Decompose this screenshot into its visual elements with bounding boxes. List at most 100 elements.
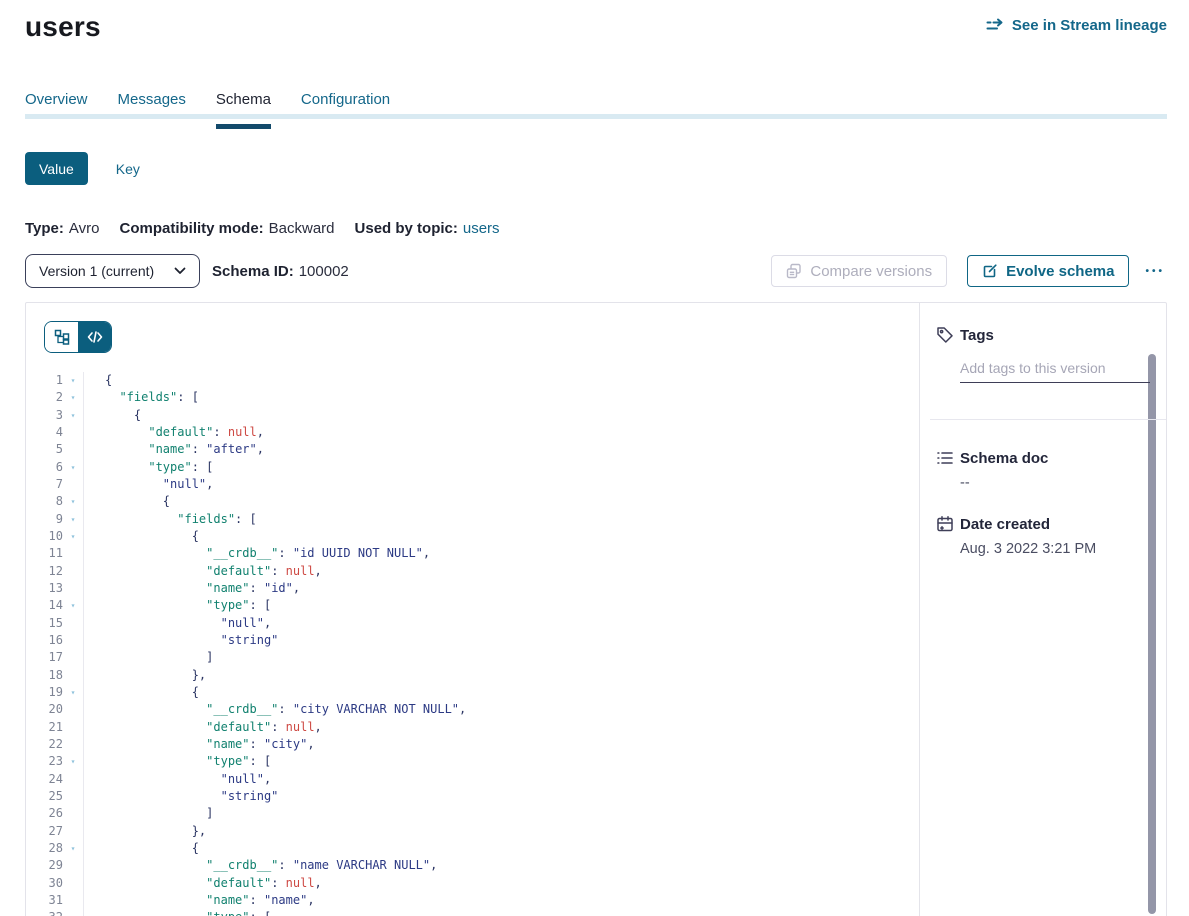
line-number: 12 xyxy=(26,563,63,580)
line-number: 17 xyxy=(26,649,63,666)
tag-icon xyxy=(936,326,954,344)
key-toggle-link[interactable]: Key xyxy=(116,161,140,177)
code-line: 28▾ { xyxy=(26,840,919,857)
code-line: 24 "null", xyxy=(26,771,919,788)
line-number: 20 xyxy=(26,701,63,718)
fold-toggle-icon[interactable]: ▾ xyxy=(63,840,83,857)
fold-toggle-icon[interactable]: ▾ xyxy=(63,407,83,424)
code-text: }, xyxy=(84,823,206,840)
fold-toggle-icon xyxy=(63,615,83,632)
fold-toggle-icon[interactable]: ▾ xyxy=(63,753,83,770)
line-number: 1 xyxy=(26,372,63,389)
fold-toggle-icon xyxy=(63,857,83,874)
schema-panel: 1▾{2▾ "fields": [3▾ {4 "default": null,5… xyxy=(25,302,1167,916)
gutter: 25 xyxy=(26,788,84,805)
gutter: 15 xyxy=(26,615,84,632)
fold-toggle-icon[interactable]: ▾ xyxy=(63,528,83,545)
stream-lineage-link[interactable]: See in Stream lineage xyxy=(986,16,1167,35)
tags-input[interactable] xyxy=(960,360,1150,383)
code-line: 30 "default": null, xyxy=(26,875,919,892)
meta-topic: Used by topic:users xyxy=(355,219,500,238)
code-line: 18 }, xyxy=(26,667,919,684)
schema-id: Schema ID:100002 xyxy=(212,263,349,280)
compare-versions-label: Compare versions xyxy=(810,263,932,280)
fold-toggle-icon[interactable]: ▾ xyxy=(63,493,83,510)
fold-toggle-icon xyxy=(63,875,83,892)
code-line: 11 "__crdb__": "id UUID NOT NULL", xyxy=(26,545,919,562)
line-number: 2 xyxy=(26,389,63,406)
meta-topic-link[interactable]: users xyxy=(463,220,500,237)
version-bar-actions: Compare versions Evolve schema ••• xyxy=(771,255,1167,287)
schema-id-label: Schema ID: xyxy=(212,263,294,280)
evolve-schema-button[interactable]: Evolve schema xyxy=(967,255,1129,287)
gutter: 29 xyxy=(26,857,84,874)
gutter: 2▾ xyxy=(26,389,84,406)
value-key-toggle: Value Key xyxy=(25,152,1167,185)
tree-view-icon xyxy=(54,329,70,345)
gutter: 23▾ xyxy=(26,753,84,770)
fold-toggle-icon xyxy=(63,701,83,718)
gutter: 11 xyxy=(26,545,84,562)
fold-toggle-icon xyxy=(63,649,83,666)
gutter: 12 xyxy=(26,563,84,580)
fold-toggle-icon[interactable]: ▾ xyxy=(63,684,83,701)
fold-toggle-icon[interactable]: ▾ xyxy=(63,909,83,916)
line-number: 24 xyxy=(26,771,63,788)
evolve-schema-icon xyxy=(982,263,998,279)
sidebar-divider xyxy=(930,419,1166,420)
code-line: 14▾ "type": [ xyxy=(26,597,919,614)
fold-toggle-icon xyxy=(63,580,83,597)
fold-toggle-icon[interactable]: ▾ xyxy=(63,389,83,406)
code-text: "name": "id", xyxy=(84,580,300,597)
more-actions-button[interactable]: ••• xyxy=(1143,260,1167,283)
value-toggle-button[interactable]: Value xyxy=(25,152,88,185)
code-line: 25 "string" xyxy=(26,788,919,805)
fold-toggle-icon xyxy=(63,771,83,788)
code-line: 12 "default": null, xyxy=(26,563,919,580)
code-text: "type": [ xyxy=(84,597,271,614)
fold-toggle-icon[interactable]: ▾ xyxy=(63,459,83,476)
code-line: 21 "default": null, xyxy=(26,719,919,736)
code-text: "null", xyxy=(84,615,271,632)
code-view-button[interactable] xyxy=(78,322,111,352)
code-text: "type": [ xyxy=(84,753,271,770)
code-line: 9▾ "fields": [ xyxy=(26,511,919,528)
code-line: 3▾ { xyxy=(26,407,919,424)
editor-view-toggle xyxy=(44,321,112,353)
gutter: 8▾ xyxy=(26,493,84,510)
line-number: 16 xyxy=(26,632,63,649)
code-line: 19▾ { xyxy=(26,684,919,701)
line-number: 8 xyxy=(26,493,63,510)
line-number: 30 xyxy=(26,875,63,892)
meta-type-label: Type: xyxy=(25,220,64,237)
code-line: 22 "name": "city", xyxy=(26,736,919,753)
code-text: "null", xyxy=(84,771,271,788)
code-text: "default": null, xyxy=(84,875,322,892)
line-number: 6 xyxy=(26,459,63,476)
stream-lineage-label: See in Stream lineage xyxy=(1012,17,1167,34)
code-line: 2▾ "fields": [ xyxy=(26,389,919,406)
tabs-underline xyxy=(25,114,1167,119)
gutter: 14▾ xyxy=(26,597,84,614)
page-header: users See in Stream lineage xyxy=(25,8,1167,46)
code-line: 32▾ "type": [ xyxy=(26,909,919,916)
line-number: 10 xyxy=(26,528,63,545)
schema-code-editor[interactable]: 1▾{2▾ "fields": [3▾ {4 "default": null,5… xyxy=(26,372,919,916)
schema-sidebar: Tags Schema doc -- xyxy=(919,303,1166,916)
code-text: "__crdb__": "city VARCHAR NOT NULL", xyxy=(84,701,466,718)
fold-toggle-icon[interactable]: ▾ xyxy=(63,597,83,614)
tags-header: Tags xyxy=(936,326,1149,344)
fold-toggle-icon[interactable]: ▾ xyxy=(63,372,83,389)
code-text: "__crdb__": "name VARCHAR NULL", xyxy=(84,857,437,874)
version-select[interactable]: Version 1 (current) xyxy=(25,254,200,288)
tree-view-button[interactable] xyxy=(45,322,78,352)
compare-versions-button[interactable]: Compare versions xyxy=(771,255,947,287)
fold-toggle-icon[interactable]: ▾ xyxy=(63,511,83,528)
code-line: 17 ] xyxy=(26,649,919,666)
date-created-title: Date created xyxy=(960,516,1050,533)
code-text: }, xyxy=(84,667,206,684)
code-line: 23▾ "type": [ xyxy=(26,753,919,770)
gutter: 31 xyxy=(26,892,84,909)
date-created-value: Aug. 3 2022 3:21 PM xyxy=(960,541,1149,557)
fold-toggle-icon xyxy=(63,424,83,441)
